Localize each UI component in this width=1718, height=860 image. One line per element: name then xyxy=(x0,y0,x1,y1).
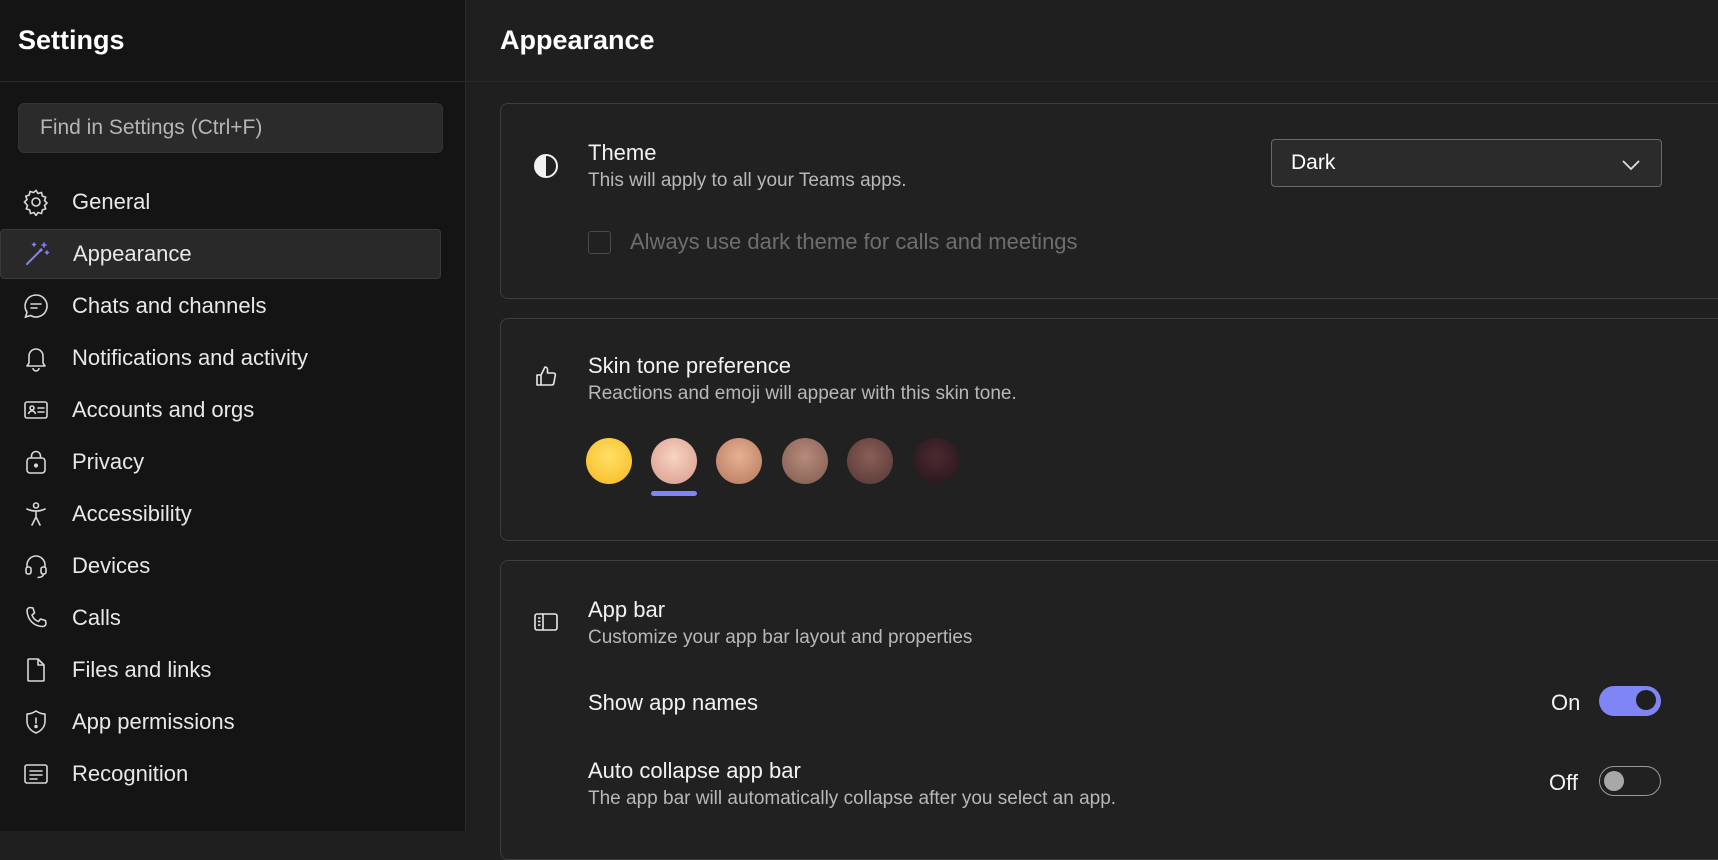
auto-collapse-label: Auto collapse app bar xyxy=(588,758,801,783)
app-bar-description: Customize your app bar layout and proper… xyxy=(588,627,973,648)
sidebar-item-label: Chats and channels xyxy=(72,293,267,318)
sidebar-item-label: Recognition xyxy=(72,761,189,786)
page-title: Appearance xyxy=(500,25,655,55)
app-bar-icon xyxy=(531,607,561,637)
sidebar-item-appearance[interactable]: Appearance xyxy=(0,229,441,279)
sidebar-item-calls[interactable]: Calls xyxy=(0,593,441,643)
sidebar-item-label: Privacy xyxy=(72,449,145,474)
show-app-names-label: Show app names xyxy=(588,690,758,715)
gear-icon xyxy=(22,188,50,216)
auto-collapse-state: Off xyxy=(1549,770,1578,795)
dark-calls-checkbox-row[interactable]: Always use dark theme for calls and meet… xyxy=(588,229,1078,255)
theme-card: Theme This will apply to all your Teams … xyxy=(500,103,1718,299)
sidebar-item-label: Devices xyxy=(72,553,151,578)
contrast-icon xyxy=(531,151,561,181)
theme-select[interactable]: Dark xyxy=(1271,139,1662,187)
lock-icon xyxy=(22,448,50,476)
skin-tone-description: Reactions and emoji will appear with thi… xyxy=(588,383,1017,404)
sidebar-item-notifications[interactable]: Notifications and activity xyxy=(0,333,441,383)
sidebar-item-label: App permissions xyxy=(72,709,235,734)
toggle-knob xyxy=(1636,690,1656,710)
sidebar-item-label: Files and links xyxy=(72,657,212,682)
app-bar-card: App bar Customize your app bar layout an… xyxy=(500,560,1718,860)
id-card-icon xyxy=(22,396,50,424)
sidebar-header: Settings xyxy=(0,0,465,82)
accessibility-person-icon xyxy=(22,500,50,528)
sidebar-item-label: Accounts and orgs xyxy=(72,397,255,422)
skin-tone-option[interactable] xyxy=(651,438,697,484)
search-input[interactable] xyxy=(38,115,442,141)
bell-icon xyxy=(22,344,50,372)
main-header: Appearance xyxy=(467,0,1718,82)
toggle-knob xyxy=(1604,771,1624,791)
settings-nav: General Appearance Chats and channels No… xyxy=(0,177,465,801)
sidebar-item-label: General xyxy=(72,189,151,214)
sidebar-item-chats-and-channels[interactable]: Chats and channels xyxy=(0,281,441,331)
show-app-names-toggle[interactable] xyxy=(1599,686,1661,716)
skin-tone-card: Skin tone preference Reactions and emoji… xyxy=(500,318,1718,541)
theme-title: Theme xyxy=(588,140,657,165)
auto-collapse-toggle[interactable] xyxy=(1599,766,1661,796)
theme-select-value: Dark xyxy=(1291,151,1336,174)
sidebar-item-general[interactable]: General xyxy=(0,177,441,227)
thumbs-up-icon xyxy=(531,361,561,391)
search-box[interactable] xyxy=(18,103,443,153)
sidebar-item-accessibility[interactable]: Accessibility xyxy=(0,489,441,539)
dark-calls-checkbox[interactable] xyxy=(588,230,611,254)
skin-tone-option[interactable] xyxy=(913,438,959,484)
shield-icon xyxy=(22,708,50,736)
sidebar-title: Settings xyxy=(18,25,125,55)
sidebar-item-devices[interactable]: Devices xyxy=(0,541,441,591)
auto-collapse-description: The app bar will automatically collapse … xyxy=(588,788,1117,809)
settings-sidebar: Settings General Appearance xyxy=(0,0,466,831)
sidebar-item-recognition[interactable]: Recognition xyxy=(0,749,441,799)
magic-wand-icon xyxy=(23,240,51,268)
sidebar-item-label: Notifications and activity xyxy=(72,345,308,370)
chevron-down-icon xyxy=(1621,154,1641,178)
app-bar-title: App bar xyxy=(588,597,666,622)
chat-bubble-icon xyxy=(22,292,50,320)
skin-tone-title: Skin tone preference xyxy=(588,353,792,378)
sidebar-item-accounts[interactable]: Accounts and orgs xyxy=(0,385,441,435)
skin-tone-option[interactable] xyxy=(716,438,762,484)
dark-calls-checkbox-label: Always use dark theme for calls and meet… xyxy=(630,229,1078,254)
sidebar-item-label: Calls xyxy=(72,605,121,630)
phone-icon xyxy=(22,604,50,632)
document-icon xyxy=(22,656,50,684)
sidebar-item-app-permissions[interactable]: App permissions xyxy=(0,697,441,747)
skin-tone-option[interactable] xyxy=(847,438,893,484)
sidebar-item-label: Accessibility xyxy=(72,501,192,526)
skin-tone-option[interactable] xyxy=(782,438,828,484)
sidebar-item-privacy[interactable]: Privacy xyxy=(0,437,441,487)
sidebar-item-files-and-links[interactable]: Files and links xyxy=(0,645,441,695)
show-app-names-state: On xyxy=(1551,690,1581,715)
text-box-icon xyxy=(22,760,50,788)
theme-description: This will apply to all your Teams apps. xyxy=(588,170,907,191)
skin-tone-option[interactable] xyxy=(586,438,632,484)
headset-icon xyxy=(22,552,50,580)
sidebar-item-label: Appearance xyxy=(73,241,192,266)
selected-tone-indicator xyxy=(651,491,697,496)
